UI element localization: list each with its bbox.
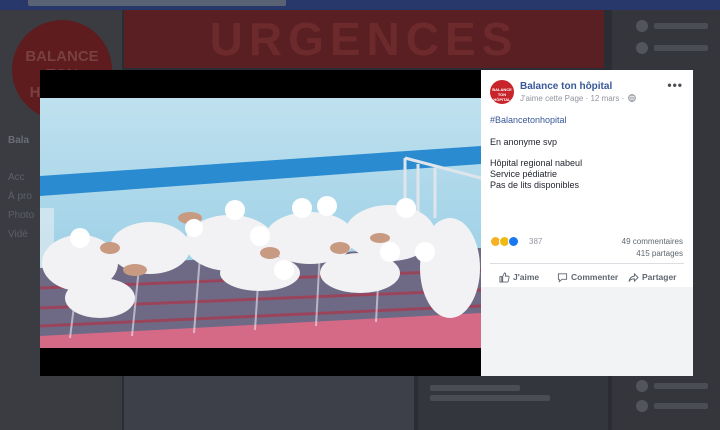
page-name-link[interactable]: Balance ton hôpital xyxy=(520,81,612,92)
post-text-line: Hôpital regional nabeul xyxy=(490,158,583,168)
post-date[interactable]: 12 mars xyxy=(590,94,619,103)
bg-nav-home[interactable]: Acc xyxy=(8,172,25,183)
bg-post-image xyxy=(124,372,414,430)
share-button[interactable]: Partager xyxy=(628,270,677,284)
cover-text: URGENCES xyxy=(209,13,519,65)
comments-count-link[interactable]: 49 commentaires xyxy=(622,237,683,246)
bg-right-item xyxy=(636,380,716,392)
comment-icon xyxy=(557,272,568,283)
thumbs-up-icon xyxy=(499,271,510,283)
post-meta: J'aime cette Page · 12 mars · xyxy=(520,94,637,104)
bg-right-item xyxy=(636,20,716,32)
page-avatar[interactable]: BALANCE TON HÔPITAL xyxy=(490,80,514,104)
bg-text-line xyxy=(430,385,520,391)
bg-nav-videos[interactable]: Vidé xyxy=(8,229,28,240)
shares-count-link[interactable]: 415 partages xyxy=(636,249,683,258)
divider xyxy=(490,263,684,264)
reaction-count: 387 xyxy=(529,237,543,246)
bg-nav-about[interactable]: À pro xyxy=(8,191,32,202)
bg-right-item xyxy=(636,400,716,412)
bg-page-name: Bala xyxy=(8,135,30,146)
like-reaction-icon xyxy=(508,236,519,247)
search-bar[interactable] xyxy=(28,0,286,6)
globe-icon xyxy=(628,94,637,104)
like-page-link[interactable]: J'aime cette Page xyxy=(520,94,583,103)
bg-nav-photos[interactable]: Photo xyxy=(8,210,34,221)
comments-area xyxy=(481,287,693,376)
hospital-photo xyxy=(40,98,481,348)
comment-button[interactable]: Commenter xyxy=(557,270,618,284)
post-text-line: En anonyme svp xyxy=(490,137,558,147)
post-photo[interactable] xyxy=(40,98,481,348)
like-label: J'aime xyxy=(513,272,540,282)
hashtag-link[interactable]: #Balancetonhopital xyxy=(490,115,567,125)
more-options-icon[interactable]: ••• xyxy=(667,78,683,92)
post-text-line: Service pédiatrie xyxy=(490,169,558,179)
logo-line-1: BALANCE xyxy=(25,48,99,65)
like-button[interactable]: J'aime xyxy=(499,270,539,284)
bg-right-item xyxy=(636,42,716,54)
meta-separator: · xyxy=(619,94,627,104)
comment-label: Commenter xyxy=(571,272,619,282)
bg-post-text xyxy=(418,372,608,430)
share-icon xyxy=(628,272,639,282)
bg-text-line xyxy=(430,395,550,401)
post-text-line: Pas de lits disponibles xyxy=(490,180,580,190)
share-label: Partager xyxy=(642,272,677,282)
